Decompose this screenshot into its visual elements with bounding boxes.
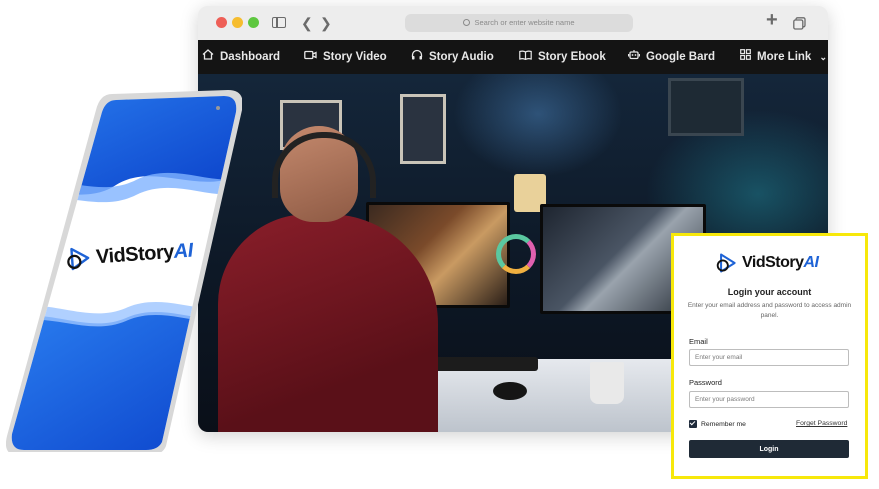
person-body	[218, 214, 438, 432]
brand-name-ai: AI	[172, 239, 194, 263]
address-bar[interactable]: Search or enter website name	[405, 14, 633, 32]
top-navigation: Dashboard Story Video Story Audio Story …	[198, 40, 828, 74]
address-placeholder: Search or enter website name	[474, 18, 575, 27]
search-icon	[463, 19, 471, 26]
brand-name-ai: AI	[803, 254, 820, 271]
headphones-icon	[411, 40, 423, 74]
brand-name: VidStoryAI	[95, 239, 193, 269]
browser-titlebar: ❮ ❯ Search or enter website name +	[198, 6, 828, 40]
forget-password-link[interactable]: Forget Password	[796, 420, 847, 427]
mouse	[493, 382, 527, 400]
password-input[interactable]	[689, 391, 849, 408]
remember-me[interactable]: Remember me	[689, 420, 746, 428]
robot-icon	[628, 40, 640, 74]
sidebar-toggle-icon[interactable]	[272, 17, 286, 28]
book-icon	[519, 40, 532, 74]
shelf	[668, 78, 744, 136]
nav-item-google-bard[interactable]: Google Bard	[628, 40, 715, 74]
login-card: VidStoryAI Login your account Enter your…	[671, 233, 868, 479]
tabs-overview-icon[interactable]	[793, 16, 806, 34]
nav-label: Story Audio	[429, 51, 494, 63]
grid-icon	[740, 40, 751, 74]
nav-item-more-link[interactable]: More Link ⌄	[740, 40, 827, 74]
video-camera-icon	[304, 40, 317, 74]
nav-label: Story Video	[323, 51, 387, 63]
back-arrow-icon[interactable]: ❮	[301, 14, 313, 32]
keyboard	[428, 357, 538, 371]
password-label: Password	[689, 378, 722, 387]
vidstory-logo-icon	[65, 245, 93, 273]
new-tab-plus-icon[interactable]: +	[766, 10, 778, 30]
remember-me-label: Remember me	[701, 420, 746, 428]
login-brand-logo: VidStoryAI	[716, 252, 819, 274]
color-wheel	[496, 234, 536, 274]
minimize-window-button[interactable]	[232, 17, 243, 28]
close-window-button[interactable]	[216, 17, 227, 28]
brand-name-main: VidStory	[95, 240, 175, 268]
vidstory-logo-icon	[716, 252, 738, 274]
nav-label: More Link	[757, 51, 812, 63]
chevron-down-icon: ⌄	[819, 52, 828, 62]
wall-picture	[400, 94, 446, 164]
login-button[interactable]: Login	[689, 440, 849, 458]
brand-name-main: VidStory	[742, 254, 804, 271]
nav-item-story-video[interactable]: Story Video	[304, 40, 387, 74]
nav-label: Dashboard	[220, 51, 281, 63]
login-title: Login your account	[727, 287, 812, 297]
nav-item-story-audio[interactable]: Story Audio	[411, 40, 494, 74]
nav-label: Story Ebook	[538, 51, 606, 63]
nav-item-dashboard[interactable]: Dashboard	[202, 40, 280, 74]
home-icon	[202, 40, 214, 74]
maximize-window-button[interactable]	[248, 17, 259, 28]
email-input[interactable]	[689, 349, 849, 366]
nav-label: Google Bard	[646, 51, 716, 63]
forward-arrow-icon[interactable]: ❯	[320, 14, 332, 32]
mug	[590, 362, 624, 404]
phone-mockup: VidStoryAI	[6, 90, 242, 452]
login-subtitle: Enter your email address and password to…	[687, 302, 852, 319]
remember-me-checkbox[interactable]	[689, 420, 697, 428]
phone-frame	[6, 90, 242, 452]
email-label: Email	[689, 337, 708, 346]
nav-item-story-ebook[interactable]: Story Ebook	[519, 40, 606, 74]
brand-name: VidStoryAI	[742, 254, 819, 272]
